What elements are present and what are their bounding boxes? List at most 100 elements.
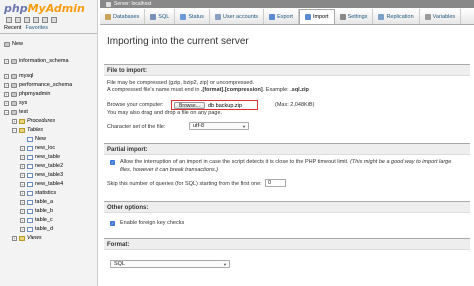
expand-icon[interactable]: + bbox=[20, 172, 25, 178]
tab-export[interactable]: Export bbox=[264, 9, 299, 24]
table-icon bbox=[27, 217, 33, 223]
chevron-down-icon: ▼ bbox=[223, 262, 227, 267]
tree-item-new-table[interactable]: New bbox=[27, 135, 46, 143]
new-table-icon bbox=[27, 136, 33, 142]
section-heading: Other options: bbox=[104, 202, 470, 213]
table-icon bbox=[27, 163, 33, 169]
tree-item-table-d[interactable]: + table_d bbox=[20, 225, 53, 233]
expand-icon[interactable]: + bbox=[12, 235, 17, 241]
expand-icon[interactable]: + bbox=[4, 58, 9, 64]
tab-databases[interactable]: Databases bbox=[100, 9, 146, 24]
server-icon bbox=[106, 1, 111, 7]
tree-item-table-b[interactable]: + table_b bbox=[20, 207, 53, 215]
tab-label: Status bbox=[188, 13, 204, 20]
table-icon bbox=[27, 145, 33, 151]
allow-interrupt-note: (This might be a good way to import larg… bbox=[348, 159, 452, 165]
expand-icon[interactable]: + bbox=[12, 118, 17, 124]
tab-sql[interactable]: SQL bbox=[145, 9, 176, 24]
tree-item-procedures[interactable]: + Procedures bbox=[12, 117, 55, 125]
tree-item-new[interactable]: New bbox=[4, 40, 23, 48]
database-icon bbox=[11, 91, 17, 97]
tree-item-new-loc[interactable]: + new_loc bbox=[20, 144, 55, 152]
tab-label: User accounts bbox=[222, 13, 259, 20]
settings-icon[interactable] bbox=[42, 17, 48, 23]
tree-item-label: new_table2 bbox=[35, 163, 64, 169]
tree-item-test[interactable]: − test bbox=[4, 108, 28, 116]
tab-user-accounts[interactable]: User accounts bbox=[210, 9, 265, 24]
main-content: Importing into the current server File t… bbox=[100, 26, 474, 286]
tree-item-new-table2[interactable]: + new_table2 bbox=[20, 162, 63, 170]
tab-status[interactable]: Status bbox=[175, 9, 210, 24]
expand-icon[interactable]: + bbox=[20, 208, 25, 214]
tab-label: Import bbox=[312, 14, 329, 20]
expand-icon[interactable]: + bbox=[20, 163, 25, 169]
export-icon bbox=[269, 13, 276, 20]
filename-rule: A compressed file's name must end in .[f… bbox=[107, 87, 309, 93]
expand-icon[interactable]: + bbox=[20, 145, 25, 151]
expand-icon[interactable]: + bbox=[20, 199, 25, 205]
expand-icon[interactable]: + bbox=[4, 91, 9, 97]
database-icon bbox=[11, 58, 17, 64]
collapse-icon[interactable]: − bbox=[12, 127, 17, 133]
tree-item-statistics[interactable]: + statistics bbox=[20, 189, 56, 197]
server-tabs: Databases SQL Status User accounts Expor… bbox=[100, 9, 474, 25]
expand-icon[interactable]: + bbox=[4, 100, 9, 106]
table-icon bbox=[27, 190, 33, 196]
tree-item-new-table3[interactable]: + new_table3 bbox=[20, 171, 63, 179]
tab-label: Settings bbox=[347, 13, 368, 20]
skip-queries-input[interactable]: 0 bbox=[265, 179, 286, 187]
tree-item-new-table4[interactable]: + new_table4 bbox=[20, 180, 63, 188]
tree-item-label: mysql bbox=[19, 73, 34, 79]
foreign-key-checkbox[interactable]: ✓ bbox=[110, 221, 115, 226]
expand-icon[interactable]: + bbox=[20, 154, 25, 160]
tree-item-performance-schema[interactable]: + performance_schema bbox=[4, 81, 72, 89]
table-icon bbox=[27, 208, 33, 214]
reload-icon[interactable] bbox=[51, 17, 57, 23]
expand-icon[interactable]: + bbox=[20, 226, 25, 232]
server-breadcrumb[interactable]: Server: localhost bbox=[100, 0, 474, 8]
expand-icon[interactable]: + bbox=[20, 181, 25, 187]
expand-icon[interactable]: + bbox=[20, 217, 25, 223]
tab-replication[interactable]: Replication bbox=[373, 9, 420, 24]
tree-item-mysql[interactable]: + mysql bbox=[4, 72, 33, 80]
expand-icon[interactable]: + bbox=[4, 73, 9, 79]
allow-interrupt-checkbox[interactable]: ✓ bbox=[110, 160, 115, 165]
tab-recent[interactable]: Recent bbox=[4, 25, 21, 31]
tree-item-new-table-1[interactable]: + new_table bbox=[20, 153, 60, 161]
docs-icon[interactable] bbox=[24, 17, 30, 23]
charset-select[interactable]: utf-8 ▼ bbox=[189, 122, 249, 130]
table-icon bbox=[27, 199, 33, 205]
browse-button[interactable]: Browse... bbox=[174, 102, 205, 109]
format-select[interactable]: SQL ▼ bbox=[110, 260, 230, 268]
logout-icon[interactable] bbox=[15, 17, 21, 23]
home-icon[interactable] bbox=[6, 17, 12, 23]
tree-item-sys[interactable]: + sys bbox=[4, 99, 27, 107]
expand-icon[interactable]: + bbox=[4, 82, 9, 88]
tree-item-table-a[interactable]: + table_a bbox=[20, 198, 53, 206]
tab-variables[interactable]: Variables bbox=[420, 9, 462, 24]
sql-docs-icon[interactable] bbox=[33, 17, 39, 23]
charset-value: utf-8 bbox=[193, 123, 205, 129]
table-icon bbox=[27, 181, 33, 187]
tree-item-table-c[interactable]: + table_c bbox=[20, 216, 53, 224]
chevron-down-icon: ▼ bbox=[242, 124, 246, 129]
tree-item-label: phpmyadmin bbox=[19, 91, 51, 97]
databases-icon bbox=[105, 13, 111, 20]
tab-settings[interactable]: Settings bbox=[335, 9, 374, 24]
tab-import[interactable]: Import bbox=[298, 9, 335, 24]
tab-label: Variables bbox=[432, 13, 456, 20]
sidebar-quick-icons bbox=[6, 17, 57, 23]
tree-item-information-schema[interactable]: + information_schema bbox=[4, 57, 69, 65]
folder-icon bbox=[19, 235, 25, 241]
tab-favorites[interactable]: Favorites bbox=[25, 25, 48, 31]
tree-item-phpmyadmin[interactable]: + phpmyadmin bbox=[4, 90, 51, 98]
tree-item-label: table_d bbox=[35, 226, 54, 232]
variables-icon bbox=[424, 13, 431, 20]
tree-item-label: sys bbox=[19, 100, 28, 106]
tree-item-label: performance_schema bbox=[19, 82, 73, 88]
tree-item-views[interactable]: + Views bbox=[12, 234, 42, 242]
expand-icon[interactable]: + bbox=[20, 190, 25, 196]
tree-item-tables[interactable]: − Tables bbox=[12, 126, 43, 134]
tree-item-label: test bbox=[19, 109, 28, 115]
collapse-icon[interactable]: − bbox=[4, 109, 9, 115]
